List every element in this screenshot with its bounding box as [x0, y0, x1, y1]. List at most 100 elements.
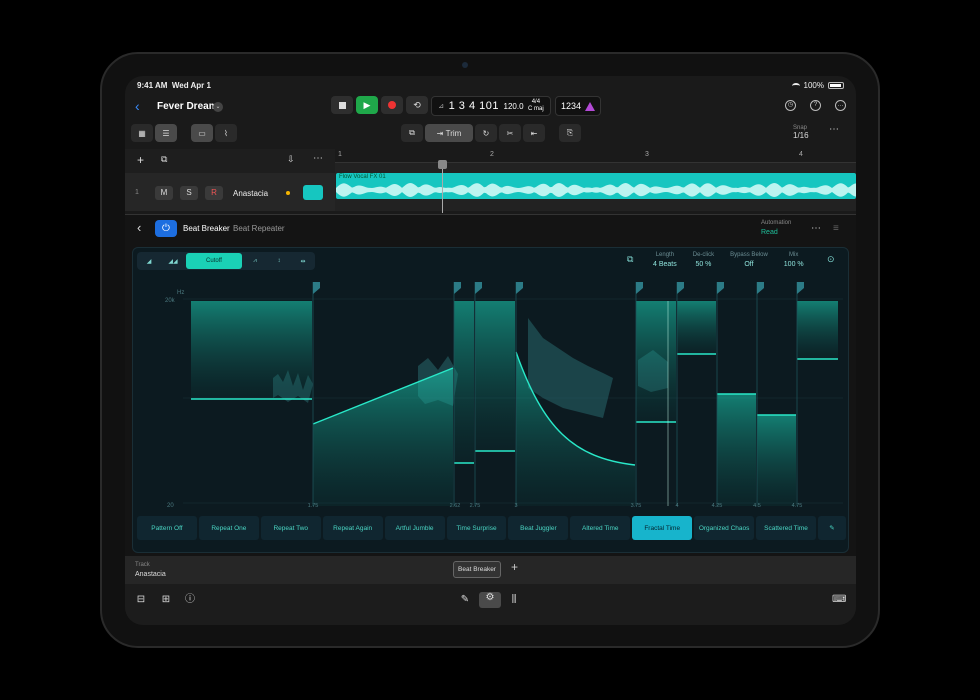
param-declick[interactable]: De-click 50 % [693, 251, 714, 269]
preset-beat-juggler[interactable]: Beat Juggler [508, 516, 569, 540]
back-chevron-icon[interactable]: ‹ [137, 220, 141, 235]
automation-view-icon[interactable]: ⌇ [215, 124, 237, 142]
play-button[interactable]: ▶ [356, 96, 378, 114]
record-arm-button[interactable]: R [205, 186, 223, 200]
preset-repeat-two[interactable]: Repeat Two [260, 516, 321, 540]
keyboard-icon[interactable]: ⌨ [832, 594, 846, 606]
chevron-down-icon[interactable]: ⌄ [213, 102, 223, 112]
power-button[interactable]: ⏻ [155, 220, 177, 237]
more-icon[interactable]: ⋯ [811, 223, 821, 234]
mixer-toggle-icon[interactable]: ⊞ [160, 594, 172, 606]
preset-altered-time[interactable]: Altered Time [570, 516, 631, 540]
download-icon[interactable]: ⇩ [287, 154, 295, 165]
status-right: 100% [791, 81, 844, 90]
cutoff-graph[interactable]: Hz 20k 20 1.75 2.62 2.75 3 3.75 4 4.25 4… [133, 278, 850, 508]
timeline-ruler[interactable]: 1 2 3 4 [335, 149, 856, 163]
join-icon[interactable]: ⇤ [523, 124, 545, 142]
stop-icon [338, 101, 346, 109]
bottom-info-strip: Track Anastacia Beat Breaker + [125, 556, 856, 584]
preset-artful-jumble[interactable]: Artful Jumble [384, 516, 445, 540]
grid-view-icon[interactable]: ▦ [131, 124, 153, 142]
preset-pattern-off[interactable]: Pattern Off [137, 516, 197, 540]
slice-handle[interactable] [313, 282, 320, 294]
back-chevron-icon[interactable]: ‹ [135, 98, 140, 114]
edit-pencil-icon[interactable]: ✎ [817, 516, 846, 540]
mute-button[interactable]: M [155, 186, 173, 200]
clipboard-icon[interactable]: ⎘ [559, 124, 581, 142]
loop-icon[interactable]: ↻ [475, 124, 497, 142]
audio-region[interactable]: Flow Vocal FX 01 [336, 173, 856, 199]
x-label: 4.25 [712, 503, 723, 508]
mode-pitch-icon[interactable]: ↕ [268, 253, 290, 269]
view-toggle-group: ▦ ☰ [131, 124, 177, 142]
region-view-icon[interactable]: ▭ [191, 124, 213, 142]
mode-selector: ◢ ◢◢ Cutoff ⩘ ↕ ⇹ [137, 252, 315, 270]
preset-repeat-one[interactable]: Repeat One [198, 516, 259, 540]
more-icon[interactable]: … [835, 100, 846, 111]
mode-cutoff-button[interactable]: Cutoff [186, 253, 242, 269]
project-title[interactable]: Fever Dream [157, 101, 218, 112]
scissors-icon[interactable]: ✂ [499, 124, 521, 142]
preset-repeat-again[interactable]: Repeat Again [322, 516, 383, 540]
history-icon[interactable]: ◷ [785, 100, 796, 111]
automation-control[interactable]: Automation Read [761, 219, 791, 237]
slice-handle[interactable] [797, 282, 804, 294]
region-waveform [336, 183, 856, 197]
drag-handle-icon[interactable]: ≡ [833, 223, 839, 234]
duplicate-track-icon[interactable]: ⧉ [161, 154, 167, 165]
cycle-button[interactable]: ⟲ [406, 96, 428, 114]
plugin-tab[interactable]: Beat Breaker [453, 561, 501, 578]
mode-envelope-icon[interactable]: ⩘ [244, 253, 266, 269]
pencil-icon[interactable]: ✎ [459, 594, 471, 606]
mode-double-ramp-icon[interactable]: ◢◢ [162, 253, 184, 269]
preset-scattered-time[interactable]: Scattered Time [756, 516, 816, 540]
add-track-icon[interactable]: + [137, 153, 144, 167]
lcd-display[interactable]: ⊿ 1 3 4 101 120.0 4/4 C maj [431, 96, 551, 116]
copy-pattern-icon[interactable]: ⧉ [627, 254, 633, 265]
hz-label: Hz [177, 290, 184, 296]
more-icon[interactable]: ⋯ [313, 153, 323, 164]
waveform-icon[interactable] [303, 185, 323, 200]
x-label: 4.5 [753, 503, 761, 508]
more-options-icon[interactable]: ⊙ [827, 254, 835, 265]
slice-handle[interactable] [677, 282, 684, 294]
preset-time-surprise[interactable]: Time Surprise [446, 516, 507, 540]
info-icon[interactable]: ⓘ [184, 594, 196, 606]
toolbar-more: ⋯ [829, 124, 839, 135]
screen: 9:41 AM Wed Apr 1 100% ‹ Fever Dream ⌄ ▶… [125, 76, 856, 625]
mixer-sliders-icon[interactable]: ⫼ [508, 594, 520, 606]
track-name[interactable]: Anastacia [233, 189, 268, 198]
param-mix[interactable]: Mix 100 % [784, 251, 804, 269]
slice-handle[interactable] [516, 282, 523, 294]
tracks-view-icon[interactable]: ☰ [155, 124, 177, 142]
plugin-view-icon[interactable]: ⚙ [479, 592, 501, 608]
slice-handle[interactable] [757, 282, 764, 294]
param-length[interactable]: Length 4 Beats [653, 251, 677, 269]
toolbar: ▦ ☰ ▭ ⌇ ⧉ ⇥ Trim ↻ ✂ ⇤ ⎘ Snap 1/16 ⋯ [125, 121, 856, 147]
snap-control[interactable]: Snap 1/16 [793, 124, 809, 140]
power-icon: ⏻ [162, 223, 170, 234]
playhead-handle[interactable] [438, 160, 447, 169]
title-bar: ‹ Fever Dream ⌄ ▶ ⟲ ⊿ 1 3 4 101 120.0 4/… [125, 94, 856, 120]
slice-handle[interactable] [717, 282, 724, 294]
record-button[interactable] [381, 96, 403, 114]
trim-button[interactable]: ⇥ Trim [425, 124, 473, 142]
add-plugin-icon[interactable]: + [511, 560, 518, 574]
preset-fractal-time[interactable]: Fractal Time [632, 516, 693, 540]
count-in-display[interactable]: 1234 [555, 96, 601, 116]
mode-ramp-icon[interactable]: ◢ [138, 253, 160, 269]
copy-icon[interactable]: ⧉ [401, 124, 423, 142]
more-icon[interactable]: ⋯ [829, 124, 839, 135]
param-bypass-below[interactable]: Bypass Below Off [730, 251, 768, 269]
plugin-preset[interactable]: Beat Repeater [233, 224, 285, 233]
preset-organized-chaos[interactable]: Organized Chaos [694, 516, 755, 540]
slice-handle[interactable] [475, 282, 482, 294]
slice-handle[interactable] [454, 282, 461, 294]
slice-handle[interactable] [636, 282, 643, 294]
help-icon[interactable]: ? [810, 100, 821, 111]
solo-button[interactable]: S [180, 186, 198, 200]
stop-button[interactable] [331, 96, 353, 114]
browser-icon[interactable]: ⊟ [135, 594, 147, 606]
x-label: 4 [675, 503, 678, 508]
mode-stretch-icon[interactable]: ⇹ [292, 253, 314, 269]
